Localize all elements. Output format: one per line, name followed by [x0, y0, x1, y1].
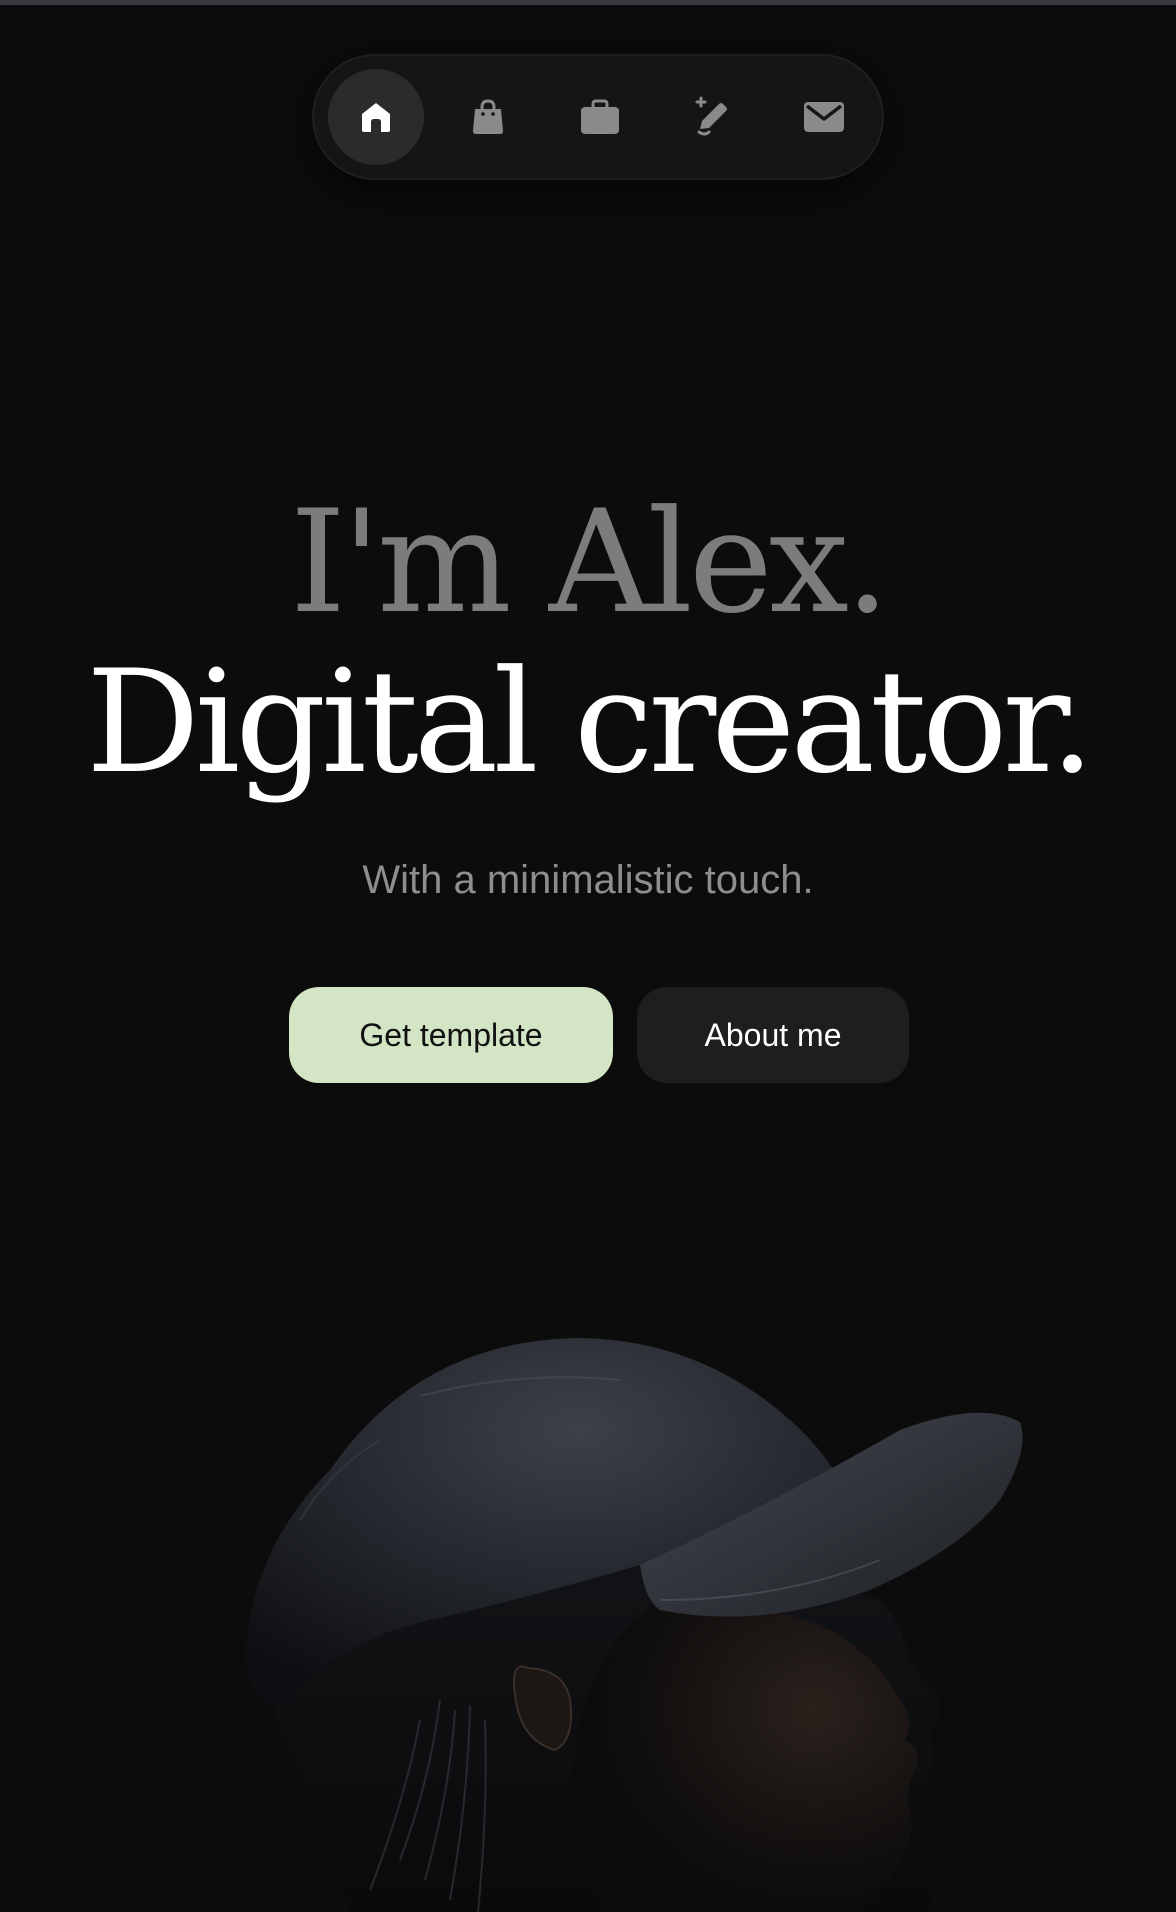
nav-bar: [312, 54, 884, 180]
nav-item-contact[interactable]: [776, 69, 872, 165]
nav-item-blog[interactable]: [664, 69, 760, 165]
shopping-bag-icon: [473, 99, 503, 134]
portrait-image: [245, 1338, 1023, 1912]
hero-intro: I'm Alex.: [289, 480, 890, 645]
mail-icon: [804, 102, 844, 132]
briefcase-icon: [581, 99, 619, 134]
home-icon: [362, 103, 390, 132]
pen-icon: [695, 96, 727, 136]
window-top-edge: [0, 0, 1176, 5]
hero-subtitle: With a minimalistic touch.: [362, 858, 814, 902]
get-template-button[interactable]: Get template: [289, 987, 613, 1083]
about-me-button[interactable]: About me: [637, 987, 909, 1083]
nav-item-shop[interactable]: [440, 69, 536, 165]
hero-headline: Digital creator.: [86, 640, 1095, 805]
nav-item-home[interactable]: [328, 69, 424, 165]
nav-item-work[interactable]: [552, 69, 648, 165]
